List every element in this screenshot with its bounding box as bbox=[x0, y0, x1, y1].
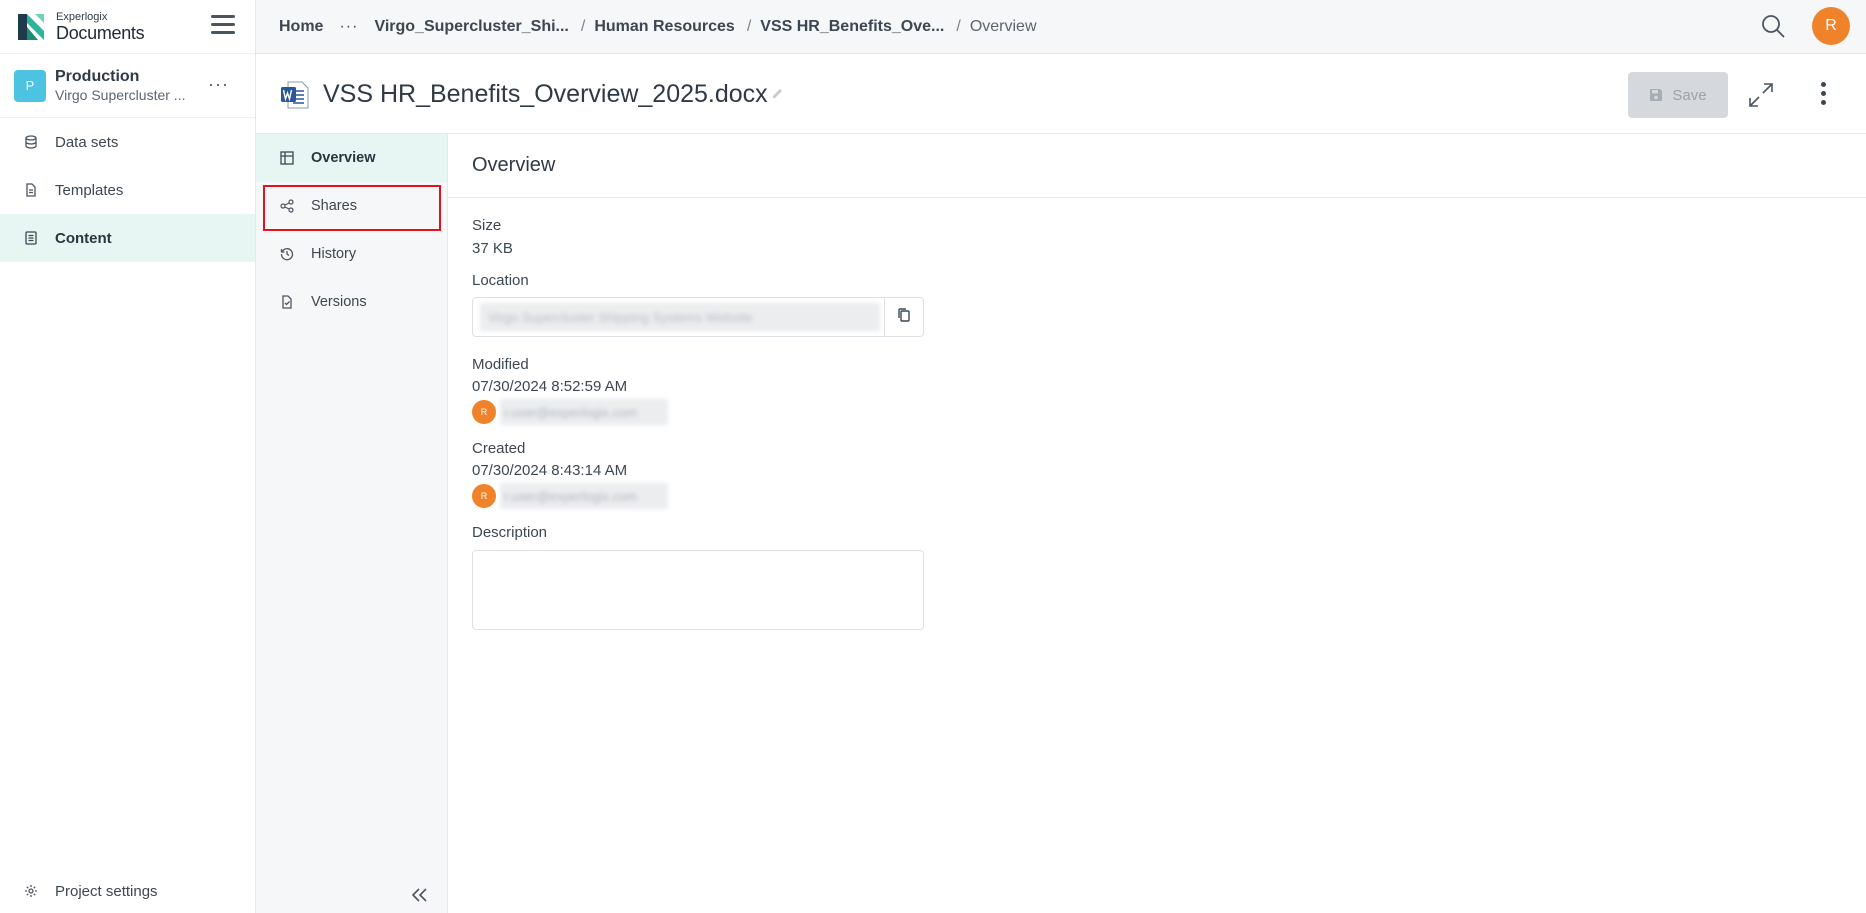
hamburger-menu-icon[interactable] bbox=[211, 15, 235, 37]
project-subtitle: Virgo Supercluster ... bbox=[55, 87, 186, 103]
modified-value: 07/30/2024 8:52:59 AM bbox=[472, 378, 628, 395]
sidebar-item-project-settings[interactable]: Project settings bbox=[0, 869, 255, 913]
created-by-email: r.user@experlogix.com bbox=[500, 483, 668, 509]
content-icon bbox=[24, 231, 38, 245]
copy-location-button[interactable] bbox=[884, 298, 923, 336]
breadcrumb-separator: / bbox=[580, 17, 586, 35]
created-field: Created 07/30/2024 8:43:14 AM R r.user@e… bbox=[472, 440, 1866, 509]
description-label: Description bbox=[472, 524, 548, 541]
logo-brand-small: Experlogix bbox=[56, 10, 108, 23]
share-icon bbox=[280, 199, 294, 213]
project-name: Production bbox=[55, 68, 140, 85]
save-button[interactable]: Save bbox=[1628, 72, 1728, 118]
overview-panel: Overview Size 37 KB Location Virgo Super… bbox=[448, 134, 1866, 913]
size-field: Size 37 KB bbox=[472, 217, 1866, 257]
document-header: VSS HR_Benefits_Overview_2025.docx Save bbox=[256, 54, 1866, 134]
project-avatar: P bbox=[14, 69, 46, 102]
expand-icon[interactable] bbox=[1747, 81, 1775, 109]
breadcrumb-overflow[interactable]: ··· bbox=[339, 18, 358, 36]
subnav-item-label: Overview bbox=[311, 150, 376, 166]
gear-icon bbox=[24, 884, 38, 898]
top-bar: Home ··· Virgo_Supercluster_Shi... / Hum… bbox=[256, 0, 1866, 54]
subnav-item-label: Versions bbox=[311, 294, 367, 310]
word-document-icon bbox=[280, 80, 310, 110]
breadcrumb-item[interactable]: VSS HR_Benefits_Ove... bbox=[760, 18, 944, 36]
avatar: R bbox=[472, 400, 496, 424]
user-avatar[interactable]: R bbox=[1812, 7, 1850, 45]
grid-icon bbox=[280, 151, 294, 165]
project-switcher[interactable]: P Production Virgo Supercluster ... ··· bbox=[0, 54, 255, 118]
more-options-icon[interactable] bbox=[1819, 82, 1827, 108]
location-box: Virgo Supercluster Shipping Systems Webs… bbox=[472, 297, 924, 337]
location-field: Location Virgo Supercluster Shipping Sys… bbox=[472, 272, 1866, 337]
sidebar-item-data-sets[interactable]: Data sets bbox=[0, 118, 255, 166]
created-value: 07/30/2024 8:43:14 AM bbox=[472, 462, 628, 479]
floppy-disk-icon bbox=[1649, 88, 1663, 102]
document-title: VSS HR_Benefits_Overview_2025.docx bbox=[323, 80, 768, 108]
logo-brand-name: Documents bbox=[56, 22, 145, 43]
modified-by: R r.user@experlogix.com bbox=[472, 399, 1866, 425]
description-field: Description bbox=[472, 524, 1866, 630]
file-icon bbox=[24, 183, 38, 197]
sidebar-item-label: Content bbox=[55, 229, 112, 247]
breadcrumb-current: Overview bbox=[969, 17, 1037, 35]
sidebar: Experlogix Documents P Production Virgo … bbox=[0, 0, 256, 913]
modified-by-email: r.user@experlogix.com bbox=[500, 399, 668, 425]
subnav-item-label: Shares bbox=[311, 198, 357, 214]
breadcrumb-item[interactable]: Virgo_Supercluster_Shi... bbox=[374, 18, 568, 36]
versions-icon bbox=[280, 295, 294, 309]
created-label: Created bbox=[472, 440, 526, 457]
subnav-item-overview[interactable]: Overview bbox=[256, 134, 447, 182]
sidebar-item-label: Project settings bbox=[55, 882, 158, 900]
size-value: 37 KB bbox=[472, 240, 513, 257]
sidebar-item-content[interactable]: Content bbox=[0, 214, 255, 262]
copy-icon bbox=[896, 307, 912, 328]
collapse-panel-icon[interactable] bbox=[410, 887, 430, 903]
created-by: R r.user@experlogix.com bbox=[472, 483, 1866, 509]
modified-field: Modified 07/30/2024 8:52:59 AM R r.user@… bbox=[472, 356, 1866, 425]
breadcrumb-item[interactable]: Human Resources bbox=[594, 18, 735, 36]
description-input[interactable] bbox=[472, 550, 924, 630]
logo-row: Experlogix Documents bbox=[0, 0, 255, 54]
document-subnav: Overview Shares History Versions bbox=[256, 134, 448, 913]
history-icon bbox=[280, 247, 294, 261]
save-button-label: Save bbox=[1672, 86, 1707, 104]
project-more-icon[interactable]: ··· bbox=[208, 74, 229, 95]
location-input[interactable]: Virgo Supercluster Shipping Systems Webs… bbox=[480, 303, 880, 331]
overview-title: Overview bbox=[448, 134, 1866, 198]
sidebar-item-templates[interactable]: Templates bbox=[0, 166, 255, 214]
breadcrumb-home[interactable]: Home bbox=[279, 18, 323, 36]
subnav-item-history[interactable]: History bbox=[256, 230, 447, 278]
subnav-item-shares[interactable]: Shares bbox=[256, 182, 447, 230]
search-icon[interactable] bbox=[1760, 13, 1786, 39]
location-label: Location bbox=[472, 272, 529, 289]
subnav-item-versions[interactable]: Versions bbox=[256, 278, 447, 326]
avatar: R bbox=[472, 484, 496, 508]
experlogix-logo-icon bbox=[18, 13, 44, 40]
breadcrumb-separator: / bbox=[746, 17, 752, 35]
breadcrumb-separator: / bbox=[956, 17, 961, 35]
pencil-edit-icon[interactable] bbox=[771, 86, 785, 100]
modified-label: Modified bbox=[472, 356, 529, 373]
subnav-item-label: History bbox=[311, 246, 357, 262]
sidebar-item-label: Data sets bbox=[55, 133, 119, 151]
database-icon bbox=[24, 135, 38, 149]
sidebar-item-label: Templates bbox=[55, 181, 124, 199]
size-label: Size bbox=[472, 217, 502, 234]
